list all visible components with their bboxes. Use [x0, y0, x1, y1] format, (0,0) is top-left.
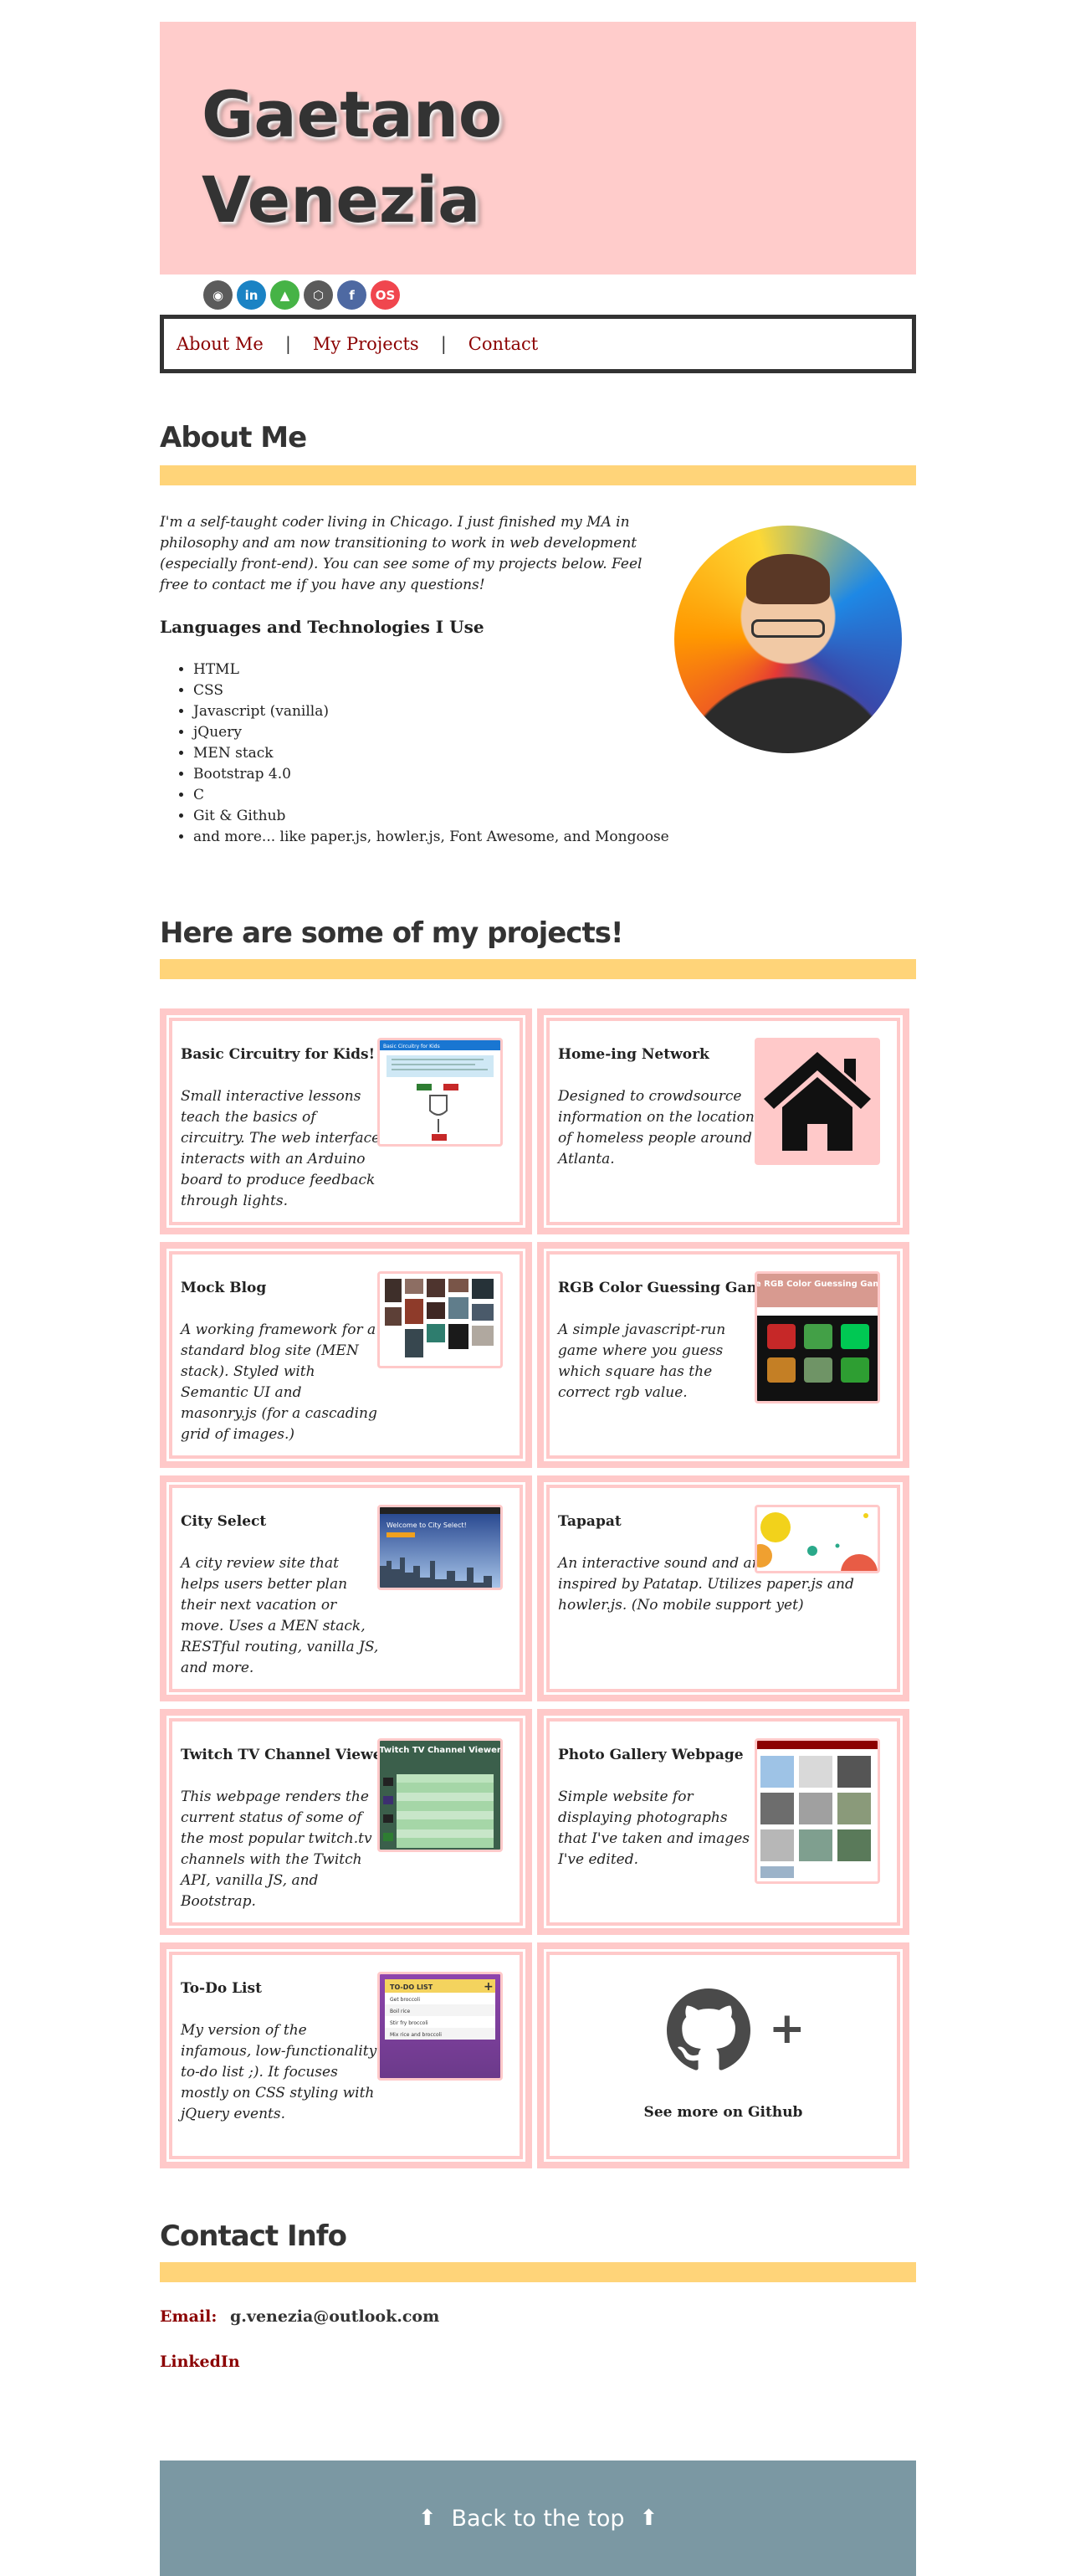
openprocessing-icon[interactable]: OS — [371, 280, 400, 310]
project-card-mockblog[interactable]: Mock Blog A working framework for a stan… — [160, 1242, 532, 1468]
about-intro: I'm a self-taught coder living in Chicag… — [160, 514, 643, 593]
thumb-caption: The RGB Color Guessing Game! — [757, 1280, 878, 1289]
project-description: A working framework for a standard blog … — [181, 1321, 377, 1443]
up-arrow-icon: ⬆ — [639, 2506, 658, 2531]
language-item: jQuery — [193, 722, 669, 743]
github-more-link[interactable]: See more on Github — [550, 2104, 897, 2121]
project-title: RGB Color Guessing Game — [558, 1280, 771, 1296]
project-title: Twitch TV Channel Viewer — [181, 1747, 390, 1763]
facebook-icon[interactable]: f — [337, 280, 366, 310]
thumb-caption: Twitch TV Channel Viewer — [380, 1746, 500, 1755]
github-icon[interactable] — [667, 1988, 750, 2072]
project-title: Home-ing Network — [558, 1046, 709, 1063]
email-label: Email: — [160, 2307, 218, 2326]
hero-banner: Gaetano Venezia — [160, 22, 916, 275]
project-thumbnail[interactable]: Twitch TV Channel Viewer — [377, 1738, 503, 1852]
thumb-caption: TO-DO LIST — [390, 1983, 433, 1991]
project-card-circuitry[interactable]: Basic Circuitry for Kids! Small interact… — [160, 1008, 532, 1234]
social-links: ◉ in ▲ ⬡ f OS — [203, 280, 400, 310]
github-icon[interactable]: ◉ — [203, 280, 233, 310]
language-item: CSS — [193, 680, 669, 701]
section-underline — [160, 465, 916, 485]
project-card-homeing[interactable]: Home-ing Network Designed to crowdsource… — [537, 1008, 909, 1234]
project-card-gallery[interactable]: Photo Gallery Webpage Simple website for… — [537, 1709, 909, 1935]
project-card-tapapat[interactable]: Tapapat An interactive sound and animati… — [537, 1475, 909, 1701]
nav-separator: | — [284, 334, 291, 354]
thumb-caption: Basic Circuitry for Kids — [383, 1044, 440, 1049]
project-thumbnail[interactable]: Basic Circuitry for Kids — [377, 1038, 503, 1147]
project-description: A city review site that helps users bett… — [181, 1555, 379, 1676]
project-thumbnail[interactable]: TO-DO LIST + Get broccoli Boil rice Stir… — [377, 1972, 503, 2081]
project-title: Basic Circuitry for Kids! — [181, 1046, 376, 1063]
freecodecamp-icon[interactable]: ▲ — [270, 280, 299, 310]
project-thumbnail[interactable] — [377, 1271, 503, 1368]
project-thumbnail[interactable] — [755, 1038, 880, 1165]
contact-title: Contact Info — [160, 2219, 347, 2253]
todo-item: Mix rice and broccoli — [390, 2032, 442, 2038]
project-description: Designed to crowdsource information on t… — [558, 1088, 755, 1167]
profile-photo — [674, 526, 902, 753]
linkedin-icon[interactable]: in — [237, 280, 266, 310]
nav-contact-link[interactable]: Contact — [468, 334, 538, 354]
nav-projects-link[interactable]: My Projects — [313, 334, 419, 354]
thumb-caption: Welcome to City Select! — [387, 1521, 467, 1529]
todo-item: Get broccoli — [390, 1997, 420, 2003]
site-name: Gaetano Venezia — [202, 72, 502, 243]
project-title: To-Do List — [181, 1980, 262, 1997]
language-item: Javascript (vanilla) — [193, 701, 669, 722]
project-description: A simple javascript-run game where you g… — [558, 1321, 726, 1401]
section-underline — [160, 959, 916, 979]
language-item: MEN stack — [193, 743, 669, 764]
languages-list: HTMLCSSJavascript (vanilla)jQueryMEN sta… — [193, 659, 669, 848]
codepen-icon[interactable]: ⬡ — [304, 280, 333, 310]
name-last: Venezia — [202, 162, 481, 237]
language-item: Bootstrap 4.0 — [193, 764, 669, 785]
language-item: Git & Github — [193, 806, 669, 827]
project-thumbnail[interactable]: The RGB Color Guessing Game! — [755, 1271, 880, 1403]
home-icon — [764, 1052, 871, 1151]
project-description: This webpage renders the current status … — [181, 1788, 372, 1910]
languages-heading: Languages and Technologies I Use — [160, 617, 484, 637]
project-title: City Select — [181, 1513, 267, 1530]
main-nav: About Me | My Projects | Contact — [160, 315, 916, 373]
project-title: Photo Gallery Webpage — [558, 1747, 744, 1763]
project-card-twitch[interactable]: Twitch TV Channel Viewer This webpage re… — [160, 1709, 532, 1935]
project-description: Simple website for displaying photograph… — [558, 1788, 750, 1868]
section-underline — [160, 2262, 916, 2282]
svg-text:+: + — [484, 1980, 494, 1994]
todo-item: Boil rice — [390, 2009, 410, 2014]
project-card-cityselect[interactable]: City Select A city review site that help… — [160, 1475, 532, 1701]
github-more-card[interactable]: + See more on Github — [537, 1942, 909, 2168]
project-title: Tapapat — [558, 1513, 622, 1530]
project-description: My version of the infamous, low-function… — [181, 2022, 377, 2122]
email-value[interactable]: g.venezia@outlook.com — [230, 2307, 439, 2326]
language-item: C — [193, 785, 669, 806]
back-to-top-button[interactable]: ⬆ Back to the top ⬆ — [160, 2461, 916, 2576]
language-item: and more... like paper.js, howler.js, Fo… — [193, 827, 669, 848]
todo-item: Stir fry broccoli — [390, 2020, 428, 2026]
projects-title: Here are some of my projects! — [160, 916, 623, 950]
name-first: Gaetano — [202, 77, 503, 151]
linkedin-link[interactable]: LinkedIn — [160, 2353, 240, 2371]
project-description: Small interactive lessons teach the basi… — [181, 1088, 381, 1209]
nav-separator: | — [440, 334, 447, 354]
project-thumbnail[interactable] — [755, 1738, 880, 1884]
project-card-rgb[interactable]: RGB Color Guessing Game A simple javascr… — [537, 1242, 909, 1468]
project-thumbnail[interactable] — [755, 1505, 880, 1573]
about-title: About Me — [160, 421, 307, 454]
nav-about-link[interactable]: About Me — [177, 334, 264, 354]
plus-icon: + — [769, 2004, 806, 2054]
project-title: Mock Blog — [181, 1280, 267, 1296]
project-thumbnail[interactable]: Welcome to City Select! — [377, 1505, 503, 1590]
project-card-todo[interactable]: To-Do List My version of the infamous, l… — [160, 1942, 532, 2168]
language-item: HTML — [193, 659, 669, 680]
up-arrow-icon: ⬆ — [417, 2506, 437, 2531]
back-to-top-label: Back to the top — [451, 2505, 625, 2532]
